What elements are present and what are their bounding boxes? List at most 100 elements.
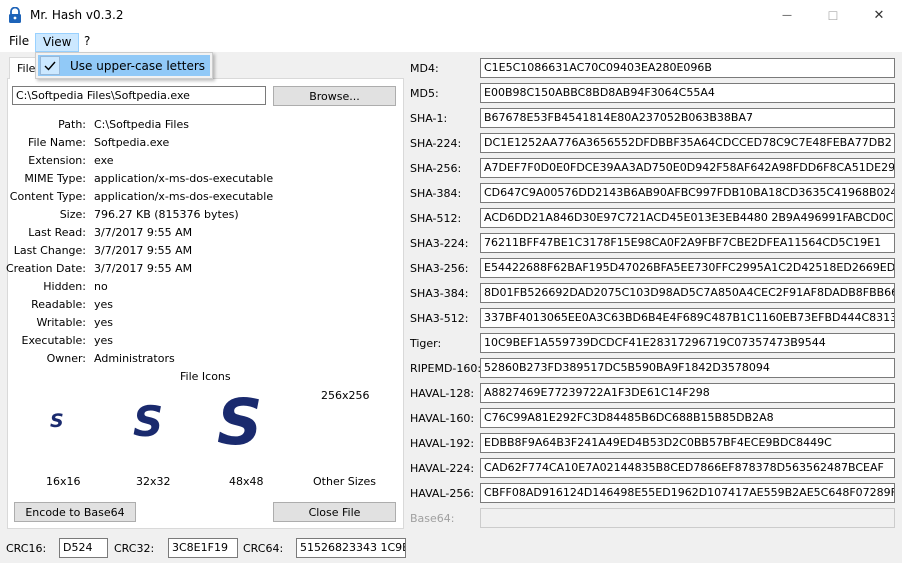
close-icon: ✕ xyxy=(873,8,885,23)
hash-label: SHA3-256: xyxy=(410,262,469,275)
hash-label: SHA-256: xyxy=(410,162,462,175)
hash-label: SHA-384: xyxy=(410,187,462,200)
crc64-label: CRC64: xyxy=(243,542,284,555)
info-value: Softpedia.exe xyxy=(94,136,170,149)
hash-label: MD5: xyxy=(410,87,439,100)
info-value: yes xyxy=(94,334,114,347)
menu-item-upper-case[interactable]: Use upper-case letters xyxy=(38,55,210,76)
menu-view[interactable]: View xyxy=(35,33,80,52)
hash-field-sha512[interactable]: ACD6DD21A846D30E97C721ACD45E013E3EB4480 … xyxy=(480,208,895,228)
info-value: application/x-ms-dos-executable xyxy=(94,190,274,203)
info-label: Readable: xyxy=(31,298,86,311)
hash-field-sha3-384[interactable]: 8D01FB526692DAD2075C103D98AD5C7A850A4CEC… xyxy=(480,283,895,303)
hash-label: HAVAL-224: xyxy=(410,462,475,475)
hash-field-sha3-512[interactable]: 337BF4013065EE0A3C63BD6B4E4F689C487B1C11… xyxy=(480,308,895,328)
crc64-field[interactable]: 51526823343 1C9EA xyxy=(296,538,406,558)
info-value: yes xyxy=(94,316,114,329)
info-label: Owner: xyxy=(46,352,86,365)
info-value: application/x-ms-dos-executable xyxy=(94,172,274,185)
view-dropdown-menu: Use upper-case letters xyxy=(35,52,213,79)
file-icon-48: S xyxy=(217,386,263,459)
window-title: Mr. Hash v0.3.2 xyxy=(30,8,124,22)
hash-field-sha3-224[interactable]: 76211BFF47BE1C3178F15E98CA0F2A9FBF7CBE2D… xyxy=(480,233,895,253)
info-value: 796.27 KB (815376 bytes) xyxy=(94,208,239,221)
hash-field-md4[interactable]: C1E5C1086631AC70C09403EA280E096B xyxy=(480,58,895,78)
title-bar: Mr. Hash v0.3.2 — ☐ ✕ xyxy=(0,0,902,31)
hash-field-ripemd160[interactable]: 52860B273FD389517DC5B590BA9F1842D3578094 xyxy=(480,358,895,378)
info-label: Creation Date: xyxy=(5,262,86,275)
crc32-field[interactable]: 3C8E1F19 xyxy=(168,538,238,558)
info-value: yes xyxy=(94,298,114,311)
info-label: Last Change: xyxy=(13,244,86,257)
hash-field-haval128[interactable]: A8827469E77239722A1F3DE61C14F298 xyxy=(480,383,895,403)
info-value: Administrators xyxy=(94,352,175,365)
maximize-button[interactable]: ☐ xyxy=(810,0,856,31)
hash-label: HAVAL-128: xyxy=(410,387,475,400)
hash-label: MD4: xyxy=(410,62,439,75)
info-value: 3/7/2017 9:55 AM xyxy=(94,244,193,257)
hash-label: RIPEMD-160: xyxy=(410,362,482,375)
maximize-icon: ☐ xyxy=(827,8,839,23)
minimize-button[interactable]: — xyxy=(764,0,810,31)
hash-field-sha256[interactable]: A7DEF7F0D0E0FDCE39AA3AD750E0D942F58AF642… xyxy=(480,158,895,178)
hash-label: SHA3-224: xyxy=(410,237,469,250)
hash-field-md5[interactable]: E00B98C150ABBC8BD8AB94F3064C55A4 xyxy=(480,83,895,103)
hash-field-haval160[interactable]: C76C99A81E292FC3D84485B6DC688B15B85DB2A8 xyxy=(480,408,895,428)
hash-label: Tiger: xyxy=(410,337,442,350)
hash-field-sha384[interactable]: CD647C9A00576DD2143B6AB90AFBC997FDB10BA1… xyxy=(480,183,895,203)
info-value: 3/7/2017 9:55 AM xyxy=(94,262,193,275)
info-label: Path: xyxy=(58,118,86,131)
encode-base64-button[interactable]: Encode to Base64 xyxy=(14,502,136,522)
info-value: no xyxy=(94,280,108,293)
hash-label: SHA3-384: xyxy=(410,287,469,300)
icon-size-label: Other Sizes xyxy=(313,475,377,488)
base64-field[interactable] xyxy=(480,508,895,528)
hash-field-haval224[interactable]: CAD62F774CA10E7A02144835B8CED7866EF87837… xyxy=(480,458,895,478)
padlock-icon xyxy=(9,7,21,23)
hash-field-haval192[interactable]: EDBB8F9A64B3F241A49ED4B53D2C0BB57BF4ECE9… xyxy=(480,433,895,453)
icon-size-label: 48x48 xyxy=(229,475,264,488)
icon-size-label: 16x16 xyxy=(46,475,81,488)
hash-label: HAVAL-192: xyxy=(410,437,475,450)
menu-file[interactable]: File xyxy=(2,33,36,52)
minimize-icon: — xyxy=(782,10,792,21)
hash-field-sha224[interactable]: DC1E1252AA776A3656552DFDBBF35A64CDCCED78… xyxy=(480,133,895,153)
base64-label: Base64: xyxy=(410,512,455,525)
crc32-label: CRC32: xyxy=(114,542,155,555)
hash-label: SHA3-512: xyxy=(410,312,469,325)
info-label: File Name: xyxy=(27,136,86,149)
crc16-field[interactable]: D524 xyxy=(59,538,108,558)
hash-field-sha3-256[interactable]: E54422688F62BAF195D47026BFA5EE730FFC2995… xyxy=(480,258,895,278)
hash-label: HAVAL-256: xyxy=(410,487,475,500)
menu-item-label: Use upper-case letters xyxy=(70,59,206,73)
crc16-label: CRC16: xyxy=(6,542,47,555)
checkmark-icon xyxy=(40,56,60,75)
close-file-button[interactable]: Close File xyxy=(273,502,396,522)
close-window-button[interactable]: ✕ xyxy=(856,0,902,31)
info-label: Extension: xyxy=(28,154,86,167)
info-label: Writable: xyxy=(36,316,86,329)
hash-field-sha1[interactable]: B67678E53FB4541814E80A237052B063B38BA7 xyxy=(480,108,895,128)
file-icon-32: S xyxy=(133,397,164,446)
info-value: exe xyxy=(94,154,114,167)
hash-label: HAVAL-160: xyxy=(410,412,475,425)
info-label: MIME Type: xyxy=(24,172,86,185)
other-size-value: 256x256 xyxy=(321,389,370,402)
menu-help[interactable]: ? xyxy=(77,33,97,52)
info-value: C:\Softpedia Files xyxy=(94,118,189,131)
file-path-input[interactable]: C:\Softpedia Files\Softpedia.exe xyxy=(12,86,266,105)
menu-bar: File View ? xyxy=(0,31,902,52)
info-value: 3/7/2017 9:55 AM xyxy=(94,226,193,239)
browse-button[interactable]: Browse... xyxy=(273,86,396,106)
info-label: Hidden: xyxy=(43,280,86,293)
info-label: Last Read: xyxy=(28,226,86,239)
file-icon-16: S xyxy=(50,410,64,432)
info-label: Content Type: xyxy=(9,190,86,203)
icon-size-label: 32x32 xyxy=(136,475,171,488)
hash-label: SHA-1: xyxy=(410,112,448,125)
info-label: Size: xyxy=(59,208,86,221)
hash-field-tiger[interactable]: 10C9BEF1A559739DCDCF41E28317296719C07357… xyxy=(480,333,895,353)
hash-field-haval256[interactable]: CBFF08AD916124D146498E55ED1962D107417AE5… xyxy=(480,483,895,503)
hash-label: SHA-224: xyxy=(410,137,462,150)
hash-label: SHA-512: xyxy=(410,212,462,225)
